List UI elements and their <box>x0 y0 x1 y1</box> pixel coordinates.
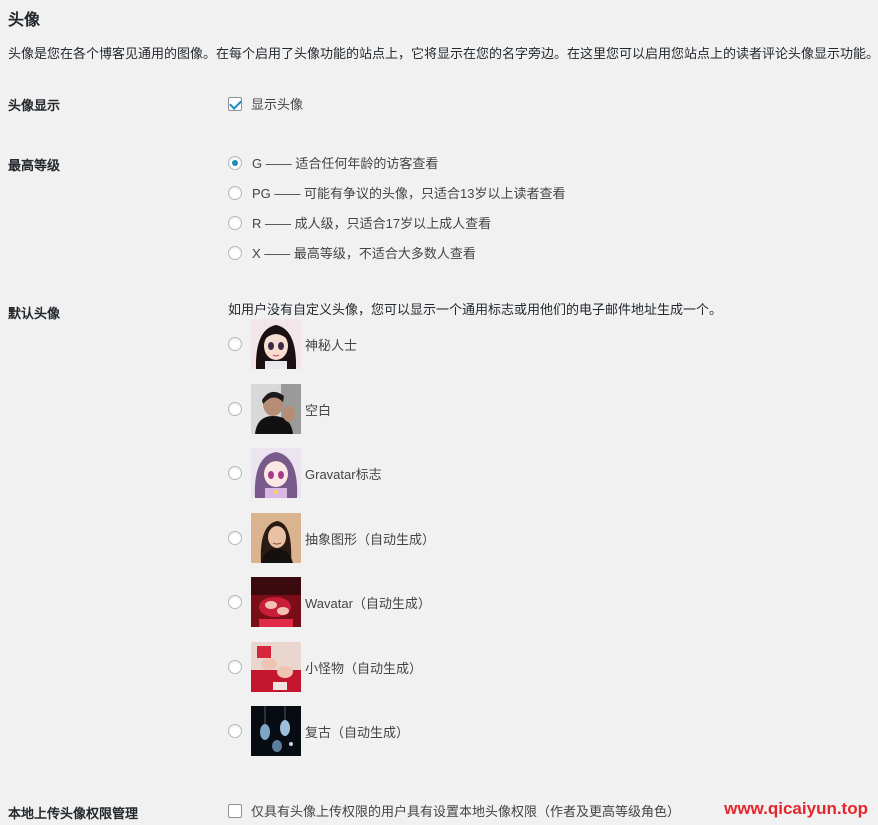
default-avatar-option-identicon[interactable]: 抽象图形（自动生成） <box>228 513 435 563</box>
rating-g-label: G —— 适合任何年龄的访客查看 <box>252 156 439 171</box>
default-avatar-label: 默认头像 <box>8 306 61 321</box>
rating-option-pg[interactable]: PG —— 可能有争议的头像，只适合13岁以上读者查看 <box>228 183 565 202</box>
woman-portrait-avatar-icon <box>251 513 301 563</box>
local-upload-checkbox-label: 仅具有头像上传权限的用户具有设置本地头像权限（作者及更高等级角色） <box>251 804 681 819</box>
rating-pg-radio[interactable] <box>228 185 242 200</box>
avatar-monsterid-label: 小怪物（自动生成） <box>305 660 423 676</box>
man-portrait-avatar-icon <box>251 384 301 434</box>
section-description: 头像是您在各个博客见通用的图像。在每个启用了头像功能的站点上，它将显示在您的名字… <box>8 46 878 61</box>
avatar-display-label: 头像显示 <box>8 98 61 113</box>
rating-r-radio[interactable] <box>228 215 242 230</box>
rating-option-r[interactable]: R —— 成人级，只适合17岁以上成人查看 <box>228 213 491 232</box>
red-hands-gift-avatar-icon <box>251 642 301 692</box>
show-avatars-option[interactable]: 显示头像 <box>228 94 303 113</box>
rating-x-radio[interactable] <box>228 245 242 260</box>
avatar-gravatar-label: Gravatar标志 <box>305 466 382 482</box>
section-title: 头像 <box>8 12 41 29</box>
anime-girl-avatar-icon <box>251 319 301 369</box>
default-avatar-option-retro[interactable]: 复古（自动生成） <box>228 706 409 756</box>
red-hands-avatar-icon <box>251 577 301 627</box>
avatar-mystery-radio[interactable] <box>228 337 242 351</box>
avatar-monsterid-radio[interactable] <box>228 660 242 674</box>
default-avatar-option-mystery[interactable]: 神秘人士 <box>228 319 357 369</box>
avatar-identicon-label: 抽象图形（自动生成） <box>305 531 436 547</box>
local-upload-option[interactable]: 仅具有头像上传权限的用户具有设置本地头像权限（作者及更高等级角色） <box>228 801 680 820</box>
avatar-blank-label: 空白 <box>305 402 332 418</box>
rating-x-label: X —— 最高等级，不适合大多数人查看 <box>252 246 476 261</box>
rating-option-x[interactable]: X —— 最高等级，不适合大多数人查看 <box>228 243 476 262</box>
avatar-identicon-radio[interactable] <box>228 531 242 545</box>
rating-g-radio[interactable] <box>228 155 242 170</box>
default-avatar-description: 如用户没有自定义头像，您可以显示一个通用标志或用他们的电子邮件地址生成一个。 <box>228 302 723 317</box>
avatar-retro-radio[interactable] <box>228 724 242 738</box>
max-rating-label: 最高等级 <box>8 158 61 173</box>
avatar-wavatar-radio[interactable] <box>228 595 242 609</box>
avatar-wavatar-label: Wavatar（自动生成） <box>305 595 431 611</box>
avatar-blank-radio[interactable] <box>228 402 242 416</box>
avatar-mystery-label: 神秘人士 <box>305 337 358 353</box>
local-upload-label: 本地上传头像权限管理 <box>8 806 139 821</box>
local-upload-checkbox[interactable] <box>228 803 242 818</box>
rating-pg-label: PG —— 可能有争议的头像，只适合13岁以上读者查看 <box>252 186 566 201</box>
dark-figures-avatar-icon <box>251 706 301 756</box>
rating-r-label: R —— 成人级，只适合17岁以上成人查看 <box>252 216 492 231</box>
anime-girl-purple-avatar-icon <box>251 448 301 498</box>
rating-option-g[interactable]: G —— 适合任何年龄的访客查看 <box>228 153 438 172</box>
default-avatar-option-blank[interactable]: 空白 <box>228 384 331 434</box>
avatar-retro-label: 复古（自动生成） <box>305 724 410 740</box>
default-avatar-option-wavatar[interactable]: Wavatar（自动生成） <box>228 577 431 627</box>
show-avatars-checkbox[interactable] <box>228 96 242 111</box>
show-avatars-label: 显示头像 <box>251 97 304 112</box>
default-avatar-option-gravatar[interactable]: Gravatar标志 <box>228 448 382 498</box>
site-watermark: www.qicaiyun.top <box>724 799 868 818</box>
avatar-gravatar-radio[interactable] <box>228 466 242 480</box>
default-avatar-option-monsterid[interactable]: 小怪物（自动生成） <box>228 642 422 692</box>
